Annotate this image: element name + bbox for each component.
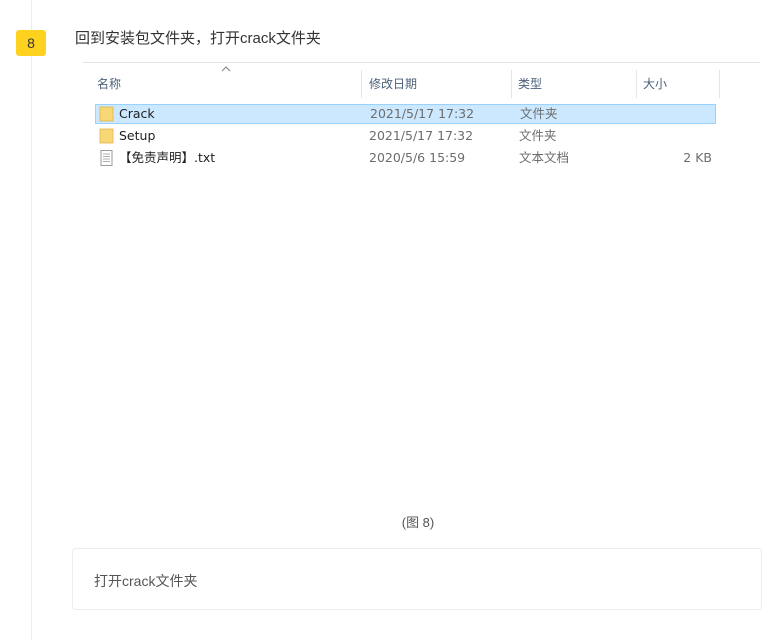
header-top-border [83, 62, 760, 63]
file-explorer-screenshot: 名称 修改日期 类型 大小 Crack 2021/5/17 17:32 文件夹 … [78, 62, 760, 212]
file-row-setup[interactable]: Setup 2021/5/17 17:32 文件夹 [95, 126, 716, 146]
figure-caption: (图 8) [401, 515, 435, 530]
text-file-icon [100, 150, 113, 166]
file-modified-date: 2021/5/17 17:32 [370, 106, 475, 121]
file-size: 2 KB [683, 150, 712, 165]
file-modified-date: 2020/5/6 15:59 [369, 150, 466, 165]
file-name: Setup [119, 128, 156, 143]
file-row-crack[interactable]: Crack 2021/5/17 17:32 文件夹 [95, 104, 716, 124]
step-note-box: 打开crack文件夹 [72, 548, 762, 610]
step-note-text: 打开crack文件夹 [94, 573, 198, 589]
timeline-line [31, 0, 32, 640]
step-title: 回到安装包文件夹，打开crack文件夹 [75, 30, 321, 47]
column-header-type[interactable]: 类型 [518, 76, 542, 92]
file-type: 文件夹 [519, 128, 557, 143]
file-type: 文件夹 [520, 106, 558, 121]
column-header-size[interactable]: 大小 [643, 76, 667, 92]
column-divider[interactable] [361, 70, 362, 98]
sort-ascending-icon[interactable] [220, 64, 232, 74]
file-name: Crack [119, 106, 155, 121]
column-divider[interactable] [719, 70, 720, 98]
column-header-date[interactable]: 修改日期 [369, 76, 417, 92]
step-number-badge: 8 [16, 30, 46, 56]
column-divider[interactable] [636, 70, 637, 98]
file-type: 文本文档 [519, 150, 570, 165]
column-divider[interactable] [511, 70, 512, 98]
file-row-disclaimer-txt[interactable]: 【免责声明】.txt 2020/5/6 15:59 文本文档 2 KB [95, 148, 716, 168]
file-name: 【免责声明】.txt [119, 150, 216, 165]
column-header-name[interactable]: 名称 [97, 76, 121, 92]
folder-icon [99, 106, 114, 122]
folder-icon [99, 128, 114, 144]
file-modified-date: 2021/5/17 17:32 [369, 128, 474, 143]
